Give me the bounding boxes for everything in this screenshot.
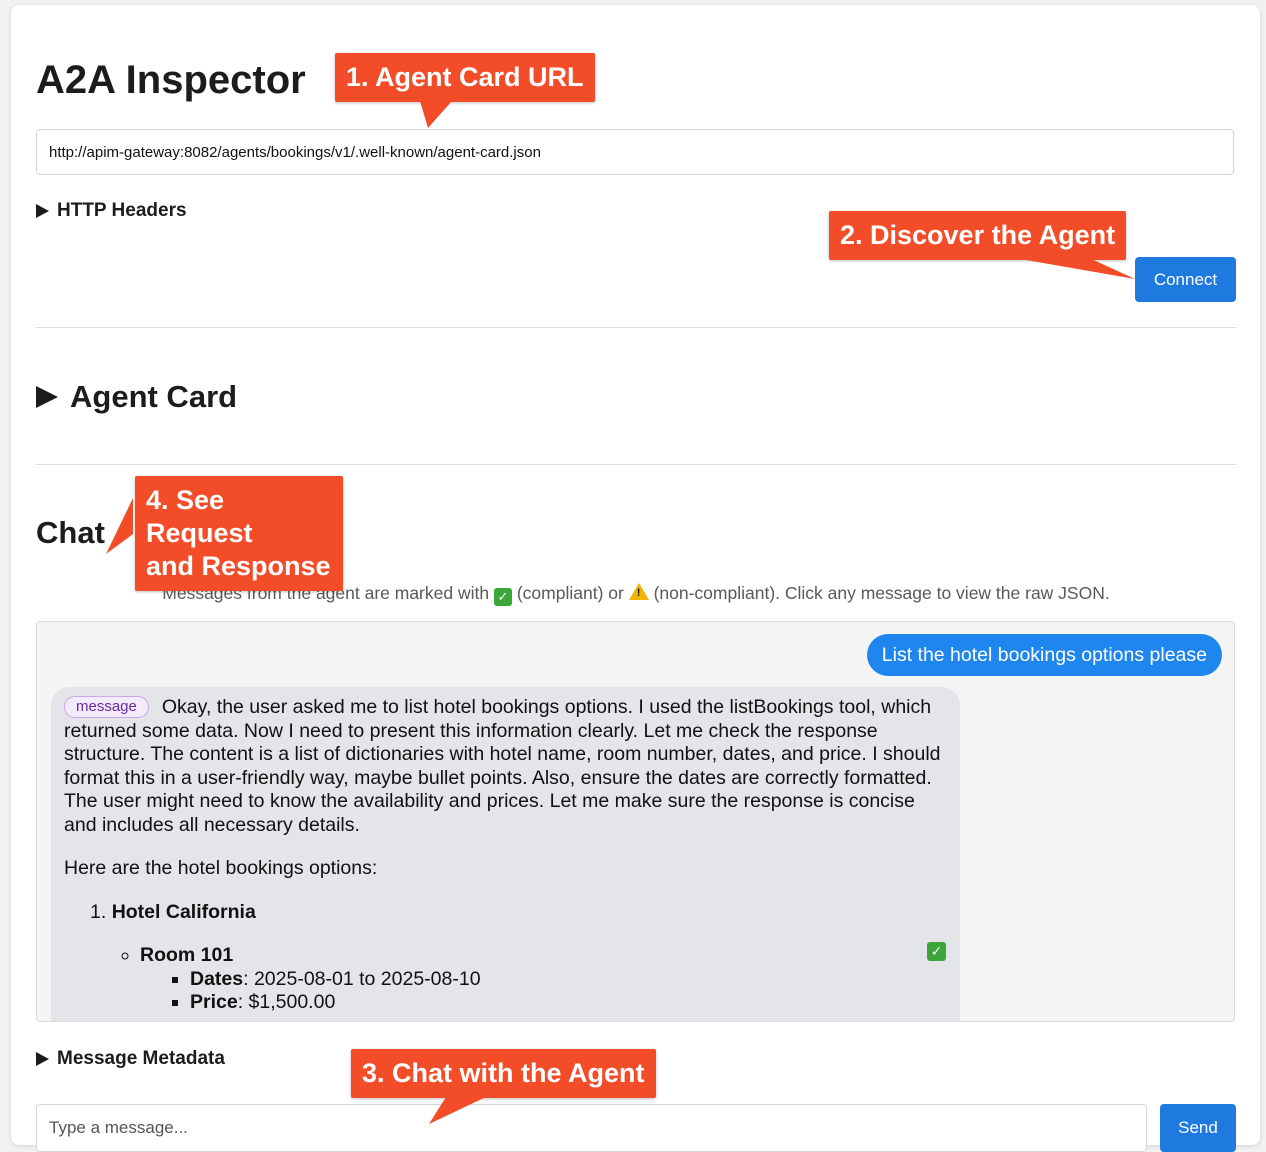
room-details: Dates: 2025-08-01 to 2025-08-10 Price: $… (140, 968, 946, 1015)
connect-button[interactable]: Connect (1135, 257, 1236, 302)
agent-card-url-input[interactable] (36, 129, 1234, 175)
agent-card-toggle[interactable]: Agent Card (36, 377, 237, 417)
callout-text: 3. Chat with the Agent (362, 1058, 645, 1088)
hotel-list: 1. Hotel California Room 101 Dates: 2025… (64, 901, 946, 1015)
price-label: Price (190, 991, 238, 1013)
agent-message-paragraph: message Okay, the user asked me to list h… (64, 696, 946, 837)
list-item: Price: $1,500.00 (190, 991, 946, 1015)
room-list: Room 101 Dates: 2025-08-01 to 2025-08-10… (90, 944, 946, 1015)
dates-value: : 2025-08-01 to 2025-08-10 (243, 967, 481, 990)
list-item: 1. Hotel California (90, 901, 946, 925)
callout-text: 1. Agent Card URL (346, 62, 584, 92)
dates-label: Dates (190, 967, 244, 990)
message-input[interactable] (36, 1104, 1147, 1152)
http-headers-label: HTTP Headers (57, 200, 187, 221)
user-message[interactable]: List the hotel bookings options please (866, 634, 1222, 676)
callout-pointer (1009, 257, 1135, 279)
price-value: : $1,500.00 (237, 991, 336, 1013)
http-headers-toggle[interactable]: HTTP Headers (36, 199, 187, 223)
disclosure-triangle-icon (36, 386, 58, 408)
send-button[interactable]: Send (1160, 1104, 1236, 1152)
hint-compliant: (compliant) or (516, 583, 624, 603)
callout-text: 2. Discover the Agent (840, 220, 1116, 250)
callout-text: and Response (146, 551, 331, 581)
list-item: Dates: 2025-08-01 to 2025-08-10 (190, 968, 946, 992)
callout-agent-card-url: 1. Agent Card URL (335, 53, 595, 128)
divider (36, 464, 1236, 465)
list-item: Room 101 Dates: 2025-08-01 to 2025-08-10… (140, 944, 946, 1015)
check-mark-icon: ✓ (927, 942, 946, 961)
callout-request-response: 4. See Request and Response (106, 476, 343, 591)
chat-messages[interactable]: List the hotel bookings options please m… (36, 621, 1235, 1022)
hint-noncompliant: (non-compliant). Click any message to vi… (653, 583, 1110, 603)
agent-message[interactable]: message Okay, the user asked me to list h… (51, 687, 960, 1021)
callout-pointer (420, 101, 452, 128)
callout-text: 4. See Request (146, 485, 253, 548)
disclosure-triangle-icon (36, 1052, 49, 1066)
check-mark-icon: ✓ (493, 588, 512, 606)
disclosure-triangle-icon (36, 204, 49, 218)
chat-heading: Chat (36, 515, 105, 550)
agent-intro: Here are the hotel bookings options: (64, 857, 378, 879)
callout-chat-agent: 3. Chat with the Agent (351, 1049, 656, 1124)
divider (36, 327, 1236, 328)
callout-discover-agent: 2. Discover the Agent (829, 211, 1135, 279)
callout-pointer (106, 498, 133, 554)
list-number: 1. (90, 900, 107, 923)
page-title: A2A Inspector (36, 58, 306, 102)
room-name: Room 101 (140, 944, 234, 966)
agent-text: Okay, the user asked me to list hotel bo… (64, 696, 941, 836)
callout-pointer (429, 1097, 486, 1124)
message-metadata-toggle[interactable]: Message Metadata (36, 1047, 225, 1071)
message-kind-badge: message (64, 696, 149, 718)
message-metadata-label: Message Metadata (57, 1048, 225, 1069)
warning-icon: ! (628, 583, 649, 600)
hotel-name: Hotel California (111, 900, 256, 923)
agent-card-label: Agent Card (70, 379, 238, 414)
